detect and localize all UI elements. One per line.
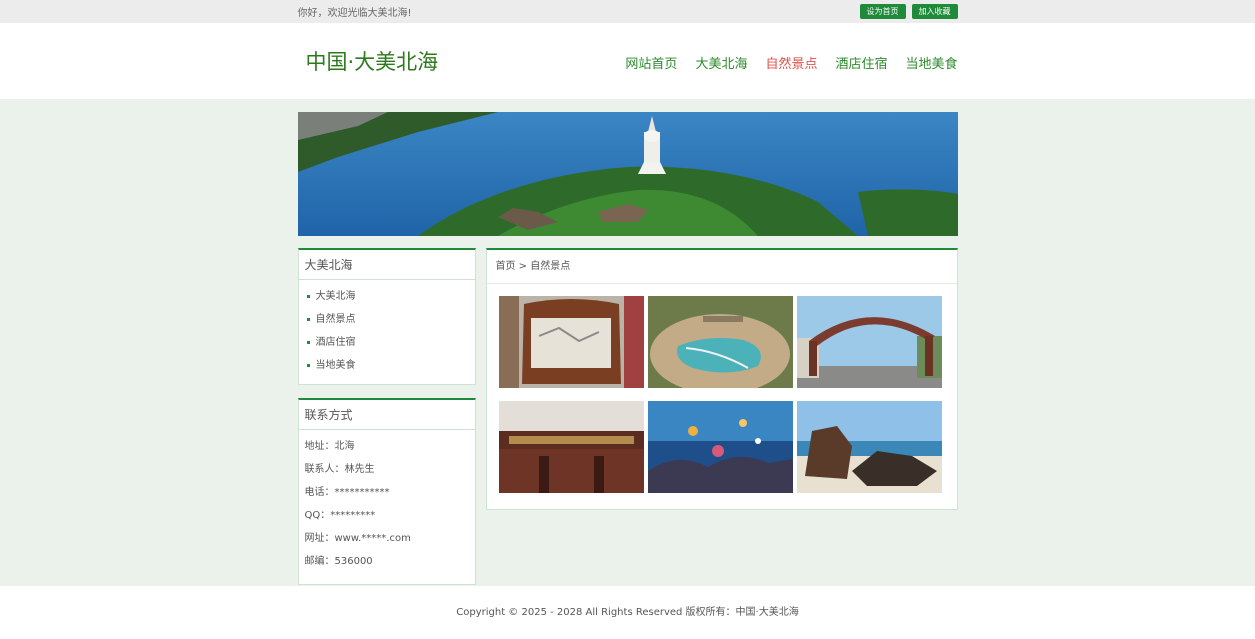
nav-beihai[interactable]: 大美北海: [695, 53, 747, 72]
contact-phone: 电话：***********: [304, 487, 390, 498]
beach-rocks-image[interactable]: [796, 401, 942, 493]
sidebar-item-scenic[interactable]: 自然景点: [305, 311, 469, 334]
set-home-button[interactable]: 设为首页: [859, 4, 906, 19]
contact-website: 网址：www.*****.com: [304, 533, 411, 544]
greeting-text: 你好，欢迎光临大美北海!: [297, 8, 412, 19]
wooden-sign-image[interactable]: [498, 296, 644, 388]
museum-sign-image[interactable]: [498, 401, 644, 493]
contact-title: 联系方式: [298, 400, 475, 430]
contact-address: 地址：北海: [304, 441, 355, 452]
image-grid: [487, 284, 957, 505]
bullet-icon: [306, 364, 310, 367]
add-favorite-button[interactable]: 加入收藏: [911, 4, 958, 19]
category-title: 大美北海: [298, 250, 475, 280]
sidebar-item-hotel[interactable]: 酒店住宿: [305, 334, 469, 357]
bullet-icon: [306, 341, 310, 344]
contact-box: 联系方式 地址：北海 联系人：林先生 电话：*********** QQ：***…: [297, 398, 476, 585]
contact-qq: QQ：*********: [304, 510, 376, 521]
sidebar-item-beihai[interactable]: 大美北海: [305, 288, 469, 311]
bullet-icon: [306, 318, 310, 321]
main-nav: 网站首页 大美北海 自然景点 酒店住宿 当地美食: [625, 53, 957, 72]
content-panel: 首页 > 自然景点: [485, 248, 958, 510]
category-box: 大美北海 大美北海 自然景点 酒店住宿 当地美食: [297, 248, 476, 385]
breadcrumb: 首页 > 自然景点: [486, 250, 957, 284]
map-stone-image[interactable]: [647, 296, 793, 388]
main-area: 大美北海 大美北海 自然景点 酒店住宿 当地美食 联系方式 地址：北海 联系人：…: [297, 248, 958, 598]
footer: Copyright © 2025 - 2028 All Rights Reser…: [0, 586, 1255, 639]
bullet-icon: [306, 295, 310, 298]
contact-list: 地址：北海 联系人：林先生 电话：*********** QQ：********…: [299, 430, 475, 584]
category-list: 大美北海 自然景点 酒店住宿 当地美食: [299, 280, 475, 384]
nav-hotel[interactable]: 酒店住宿: [835, 53, 887, 72]
sidebar: 大美北海 大美北海 自然景点 酒店住宿 当地美食 联系方式 地址：北海 联系人：…: [297, 248, 476, 598]
nav-food[interactable]: 当地美食: [905, 53, 957, 72]
header: 中国·大美北海 网站首页 大美北海 自然景点 酒店住宿 当地美食: [0, 23, 1255, 99]
sidebar-item-food[interactable]: 当地美食: [305, 357, 469, 380]
contact-postcode: 邮编：536000: [304, 556, 373, 567]
site-logo[interactable]: 中国·大美北海: [298, 46, 439, 76]
gateway-arch-image[interactable]: [796, 296, 942, 388]
contact-person: 联系人：林先生: [304, 464, 375, 475]
nav-scenic[interactable]: 自然景点: [765, 53, 817, 72]
nav-home[interactable]: 网站首页: [625, 53, 677, 72]
aquarium-image[interactable]: [647, 401, 793, 493]
banner-image: [297, 112, 958, 236]
top-bar: 你好，欢迎光临大美北海! 设为首页 加入收藏: [0, 0, 1255, 23]
top-buttons: 设为首页 加入收藏: [859, 4, 958, 19]
